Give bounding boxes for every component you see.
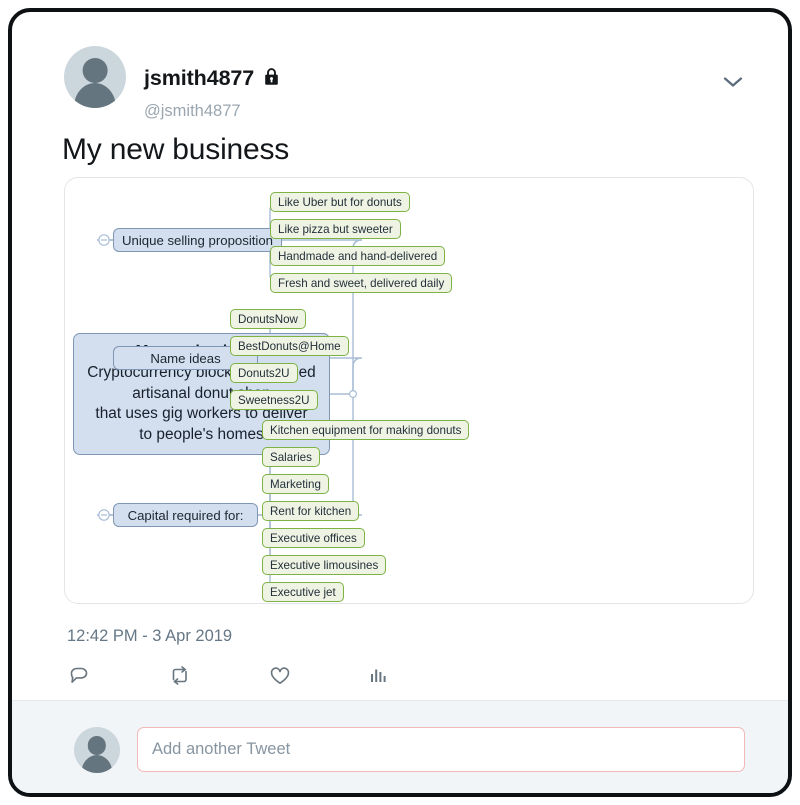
- tweet-header: jsmith4877 @jsmith4877: [12, 12, 788, 120]
- tweet-title: My new business: [62, 133, 290, 166]
- mindmap-leaf-node[interactable]: Fresh and sweet, delivered daily: [270, 273, 453, 293]
- analytics-button[interactable]: [367, 662, 401, 694]
- mindmap-leaf-node[interactable]: DonutsNow: [230, 309, 306, 329]
- avatar-head: [82, 58, 108, 84]
- mindmap-leaf-node[interactable]: Executive offices: [262, 528, 365, 548]
- mindmap-branch-node[interactable]: Unique selling proposition: [113, 228, 283, 252]
- avatar[interactable]: [64, 46, 126, 108]
- display-name[interactable]: jsmith4877: [144, 66, 254, 91]
- mindmap-leaf-node[interactable]: Like pizza but sweeter: [270, 219, 401, 239]
- more-options-button[interactable]: [720, 74, 746, 94]
- mindmap-root-line: to people's homes: [139, 425, 264, 443]
- mindmap-image: My new business:Cryptocurrency blockchai…: [64, 177, 754, 604]
- mindmap-branch-node[interactable]: Capital required for:: [113, 503, 258, 527]
- tweet-card: jsmith4877 @jsmith4877 My new business C…: [8, 8, 792, 797]
- mindmap-leaf-node[interactable]: Salaries: [262, 447, 320, 467]
- analytics-icon: [367, 664, 389, 693]
- compose-avatar-body: [81, 754, 113, 773]
- mindmap-leaf-node[interactable]: Executive jet: [262, 582, 344, 602]
- retweet-icon: [167, 664, 193, 693]
- compose-bar: [12, 700, 788, 793]
- chevron-down-icon: [722, 75, 744, 94]
- compose-avatar: [74, 727, 120, 773]
- mindmap-leaf-node[interactable]: Rent for kitchen: [262, 501, 360, 521]
- reply-icon: [67, 664, 91, 693]
- reply-button[interactable]: [67, 662, 101, 694]
- handle[interactable]: @jsmith4877: [144, 102, 241, 121]
- like-button[interactable]: [267, 662, 301, 694]
- mindmap-leaf-node[interactable]: Marketing: [262, 474, 329, 494]
- mindmap-leaf-node[interactable]: Handmade and hand-delivered: [270, 246, 446, 266]
- avatar-body: [73, 83, 117, 108]
- mindmap-leaf-node[interactable]: Like Uber but for donuts: [270, 192, 410, 212]
- retweet-button[interactable]: [167, 662, 201, 694]
- tweet-actions: [67, 662, 427, 698]
- heart-icon: [267, 664, 293, 693]
- timestamp: 12:42 PM - 3 Apr 2019: [67, 627, 233, 645]
- mindmap-leaf-node[interactable]: Donuts2U: [230, 363, 298, 383]
- author-name-row: jsmith4877: [144, 66, 280, 91]
- mindmap-leaf-node[interactable]: BestDonuts@Home: [230, 336, 349, 356]
- compose-tweet-input[interactable]: [137, 727, 745, 772]
- mindmap-leaf-node[interactable]: Sweetness2U: [230, 390, 318, 410]
- mindmap-leaf-node[interactable]: Kitchen equipment for making donuts: [262, 420, 470, 440]
- compose-avatar-head: [87, 736, 107, 755]
- lock-icon: [263, 67, 280, 91]
- mindmap-leaf-node[interactable]: Executive limousines: [262, 555, 387, 575]
